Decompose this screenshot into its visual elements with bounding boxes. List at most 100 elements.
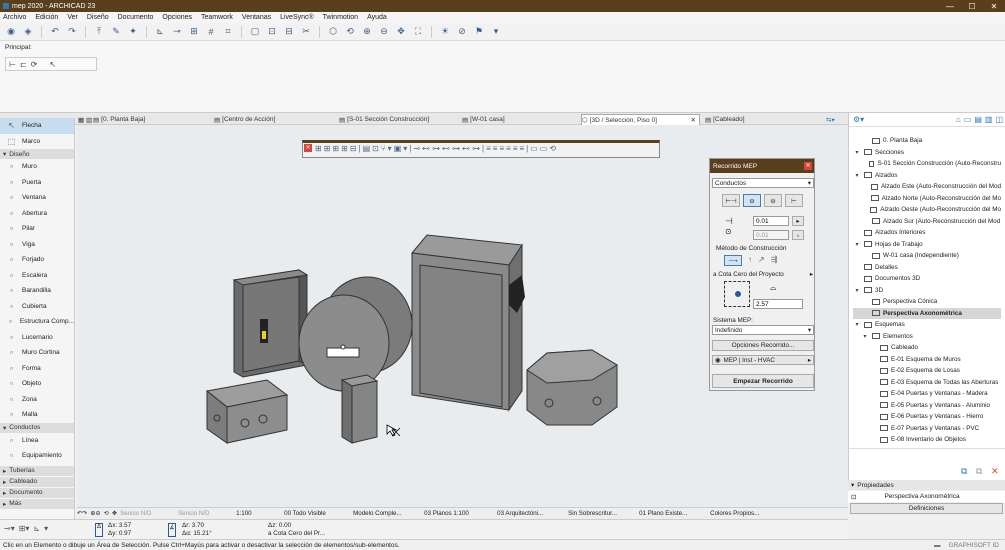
horizontal-method-icon[interactable]: ⟶ (724, 255, 742, 266)
tool-door[interactable]: ▫ Puerta (0, 175, 74, 191)
large-cabinet[interactable] (411, 234, 525, 412)
tab-3d[interactable]: ⬡ [3D / Selección, Piso 0] ✕ (581, 114, 700, 125)
tab-list-icon[interactable]: ⇆▾ (826, 114, 846, 125)
layout-book-icon[interactable]: ▤ (974, 115, 982, 124)
3d-view-icon[interactable]: ⬡ (326, 26, 340, 38)
twisty-icon[interactable]: ▾ (861, 333, 869, 340)
arrow-tool-icon[interactable]: ↖ (49, 60, 56, 69)
close-toolbar-icon[interactable]: ✕ (304, 144, 312, 152)
tree-item[interactable]: E-04 Puertas y Ventanas - Madera (853, 388, 1001, 400)
transition-route-icon[interactable]: ⊖ (764, 194, 782, 207)
width-input[interactable] (753, 216, 789, 226)
section-collapsed[interactable]: ▸ Cableado (0, 476, 74, 487)
suspend-groups-icon[interactable]: ⊞ (187, 26, 201, 38)
layer-icon[interactable]: ◈ (21, 26, 35, 38)
pen-set-select[interactable]: 03 Planos 1:100 (424, 510, 494, 517)
undo-zoom-icon[interactable]: ↶↷ (77, 510, 87, 517)
scale-select[interactable]: 1:100 (236, 510, 281, 517)
zoom-in-icon[interactable]: ⊕ (360, 26, 374, 38)
section-diseno[interactable]: ▾ Diseño (0, 149, 74, 159)
connect-icon[interactable]: ⊷ (422, 144, 430, 153)
magic-wand-icon[interactable]: ✦ (126, 26, 140, 38)
electrical-panel-box[interactable] (232, 269, 309, 378)
tool-wall[interactable]: ▫ Muro (0, 159, 74, 175)
elbow-route-icon[interactable]: ⊖ (743, 194, 761, 207)
layout-icon[interactable]: ▭ (530, 144, 538, 153)
tree-item[interactable]: E-01 Esquema de Muros (853, 354, 1001, 366)
sistema-select[interactable]: Indefinido ▾ (712, 325, 814, 335)
eye-icon[interactable]: ◉ (4, 26, 18, 38)
tab-cableado[interactable]: ▤ [Cableado] (705, 114, 805, 125)
small-junction-box-left[interactable] (205, 379, 289, 444)
dropdown-icon[interactable]: ▾ (44, 524, 48, 533)
zoom-icon[interactable]: ⊕⊖ (90, 510, 100, 517)
cylindrical-junction-box[interactable] (298, 276, 413, 392)
maximize-button[interactable]: ☐ (961, 2, 983, 11)
route-icon[interactable]: ⊟ (350, 144, 357, 153)
surface-select[interactable]: Colores Propios... (710, 510, 772, 517)
tool-opening[interactable]: ▫ Abertura (0, 206, 74, 222)
tab-worksheet[interactable]: ▤ [W-01 casa] (462, 114, 577, 125)
twisty-icon[interactable]: ▾ (853, 172, 861, 179)
close-dialog-button[interactable]: ✕ (804, 162, 812, 170)
fit-icon[interactable]: ⛶ (411, 26, 425, 38)
graphisoft-id[interactable]: GRAPHISOFT ID (949, 542, 999, 549)
connect-icon[interactable]: ⊷ (442, 144, 450, 153)
connect-icon[interactable]: ⊷ (462, 144, 470, 153)
tree-item[interactable]: W-01 casa (Independiente) (853, 250, 1001, 262)
tab-seccion[interactable]: ▤ [S-01 Sección Construcción] (339, 114, 454, 125)
tree-item[interactable]: Alzado Sur (Auto-Reconstrucción del Mod (853, 216, 1001, 228)
small-conduit-box[interactable] (340, 374, 379, 444)
ortho-icon[interactable]: ⊟ (282, 26, 296, 38)
view-map-icon[interactable]: ▭ (964, 115, 972, 124)
orbit-icon[interactable]: ⟲ (343, 26, 357, 38)
distribute-icon[interactable]: ≡ (486, 144, 491, 153)
connect-icon[interactable]: ⊶ (472, 144, 480, 153)
tree-item[interactable]: E-08 Inventario de Objetos (853, 434, 1001, 446)
save-icon[interactable]: ▣ (394, 144, 402, 153)
relative-coords-icon[interactable]: Δ (95, 523, 103, 537)
tool-railing[interactable]: ▫ Barandilla (0, 283, 74, 299)
select-icon[interactable]: ▢ (248, 26, 262, 38)
vertical-method-icon[interactable]: ↑ (748, 255, 752, 266)
sloped-method-icon[interactable]: ↗ (758, 255, 765, 266)
tree-item[interactable]: E-05 Puertas y Ventanas - Aluminio (853, 400, 1001, 412)
twisty-icon[interactable]: ▾ (853, 149, 861, 156)
graphic-override-select[interactable]: Sin Sobrescritur... (568, 510, 636, 517)
tree-item[interactable]: 0. Planta Baja (853, 135, 1001, 147)
route-icon[interactable]: ⊞ (315, 144, 322, 153)
publisher-icon[interactable]: ▥ (985, 115, 993, 124)
refresh-icon[interactable]: ⟲ (549, 144, 556, 153)
snap-icon[interactable]: ⊸▾ (4, 524, 15, 533)
line-method-icon[interactable]: ⊢ (9, 60, 16, 69)
tree-item[interactable]: Perspectiva Cónica (853, 296, 1001, 308)
rotate-method-icon[interactable]: ⟳ (31, 60, 38, 69)
tree-item[interactable]: Alzado Oeste (Auto-Reconstrucción del Mo (853, 204, 1001, 216)
snap-icon[interactable]: ⊸ (170, 26, 184, 38)
dropdown-icon[interactable]: ▾ (403, 144, 407, 153)
twisty-icon[interactable]: ▾ (853, 241, 861, 248)
twisty-icon[interactable]: ▾ (853, 321, 861, 328)
cut-plane-icon[interactable]: ⊘ (455, 26, 469, 38)
mvo-select[interactable]: 03 Arquitectóni... (497, 510, 565, 517)
section-collapsed[interactable]: ▸ Más (0, 498, 74, 509)
tree-item[interactable]: ▾ Secciones (853, 147, 1001, 159)
menu-edicion[interactable]: Edición (35, 14, 58, 21)
tool-column[interactable]: ▫ Pilar (0, 221, 74, 237)
zoom-out-icon[interactable]: ⊖ (377, 26, 391, 38)
pick-up-icon[interactable]: ⤒ (92, 26, 106, 38)
undo-icon[interactable]: ↶ (48, 26, 62, 38)
route-icon[interactable]: ⊞ (324, 144, 331, 153)
tree-item[interactable]: Detalles (853, 262, 1001, 274)
pan-icon[interactable]: ✥ (394, 26, 408, 38)
tool-zone[interactable]: ▫ Zona (0, 392, 74, 408)
layer-combo-select[interactable]: 00 Todo Visible (284, 510, 350, 517)
empezar-recorrido-button[interactable]: Empezar Recorrido (712, 374, 814, 388)
twisty-icon[interactable]: ▾ (853, 287, 861, 294)
tree-item[interactable]: ▾ Elementos (853, 331, 1001, 343)
grid-icon[interactable]: # (204, 26, 218, 38)
grid-snap-icon[interactable]: ⊞▾ (19, 524, 30, 533)
walk-icon[interactable]: ⚑ (472, 26, 486, 38)
distribute-icon[interactable]: ≡ (513, 144, 518, 153)
section-collapsed[interactable]: ▸ Documento (0, 487, 74, 498)
